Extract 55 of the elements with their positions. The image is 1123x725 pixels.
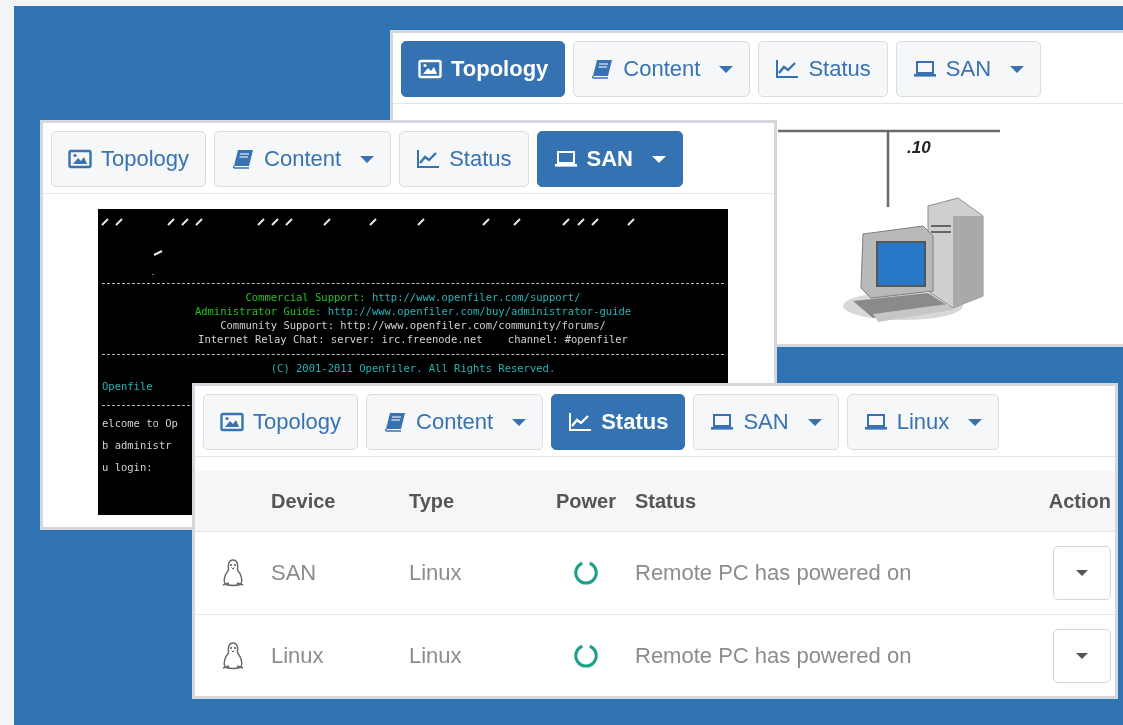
- column-header: Type: [409, 489, 456, 513]
- image-icon: [418, 59, 442, 79]
- tab[interactable]: SAN: [693, 394, 839, 450]
- tab[interactable]: Topology: [51, 131, 207, 187]
- tab[interactable]: Status: [551, 394, 686, 450]
- laptop-icon: [863, 412, 888, 432]
- laptop-icon: [553, 149, 578, 169]
- laptop-icon: [912, 59, 937, 79]
- image-icon: [220, 412, 244, 432]
- action-dropdown-button[interactable]: [1053, 629, 1111, 683]
- column-header: Power: [555, 489, 617, 513]
- terminal-line: elcome to Op: [101, 416, 178, 431]
- table-cell-text: SAN: [271, 560, 318, 586]
- tab[interactable]: Topology: [203, 394, 359, 450]
- tab[interactable]: Content: [366, 394, 544, 450]
- column-header: Device: [271, 489, 337, 513]
- action-dropdown-button[interactable]: [1053, 546, 1111, 600]
- column-header: Status: [635, 489, 698, 513]
- table-cell-text: Linux: [409, 560, 463, 586]
- book-icon: [590, 59, 615, 79]
- caret-icon: [1076, 653, 1088, 659]
- tab[interactable]: Linux: [846, 394, 1000, 450]
- column-header: Action: [1047, 489, 1112, 513]
- line-chart-icon: [775, 59, 800, 79]
- image-icon: [68, 149, 92, 169]
- penguin-icon: [221, 641, 245, 671]
- terminal-line: Community Support: http://www.openfiler.com/community/forums/: [219, 318, 607, 332]
- tab[interactable]: SAN: [536, 131, 683, 187]
- table-cell-text: Linux: [409, 643, 463, 669]
- penguin-icon: [221, 558, 245, 588]
- table-cell-text: Linux: [271, 643, 325, 669]
- power-ring-icon: [573, 643, 599, 669]
- tab[interactable]: Status: [399, 131, 529, 187]
- power-ring-icon: [573, 560, 599, 586]
- table-cell-text: Remote PC has powered on: [635, 643, 913, 669]
- terminal-line: Internet Relay Chat: server: irc.freenode.net channel: #openfiler: [197, 332, 629, 346]
- book-icon: [231, 149, 256, 169]
- laptop-icon: [710, 412, 735, 432]
- ip-address-label: .10: [907, 138, 931, 158]
- tab[interactable]: SAN: [895, 41, 1042, 97]
- terminal-line: Commercial Support: http://www.openfiler.com/support/: [244, 290, 582, 304]
- book-icon: [383, 412, 408, 432]
- terminal-line: (C) 2001-2011 Openfiler. All Rights Reserved.: [269, 361, 557, 375]
- tab[interactable]: Content: [573, 41, 751, 97]
- tab[interactable]: Status: [758, 41, 888, 97]
- terminal-line: u login:: [101, 460, 153, 475]
- tab[interactable]: Topology: [401, 41, 566, 97]
- terminal-line: Administrator Guide: http://www.openfiler.com/buy/administrator-guide: [193, 304, 633, 318]
- line-chart-icon: [568, 412, 593, 432]
- caret-icon: [1076, 570, 1088, 576]
- terminal-line: Openfile: [101, 379, 153, 394]
- terminal-line: b administr: [101, 438, 172, 453]
- table-cell-text: Remote PC has powered on: [635, 560, 913, 586]
- line-chart-icon: [416, 149, 441, 169]
- tab[interactable]: Content: [214, 131, 392, 187]
